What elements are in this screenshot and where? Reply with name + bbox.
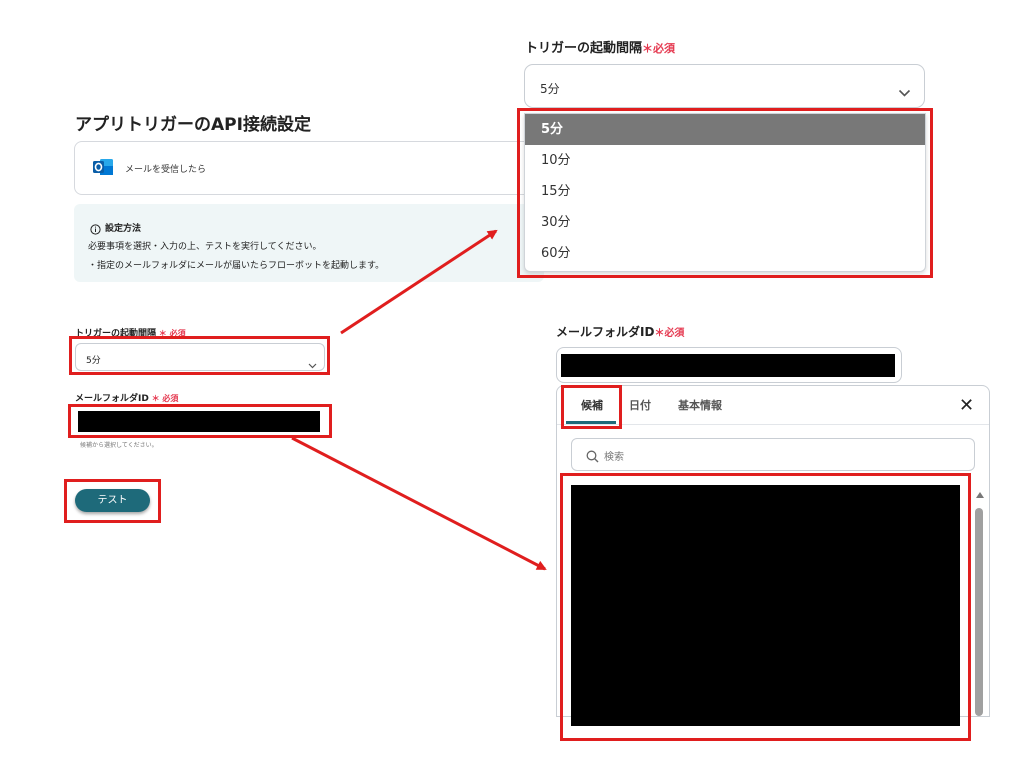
arrow-to-dropdown (340, 229, 498, 335)
arrow-to-folder-list (291, 436, 547, 571)
annotation-arrows (291, 229, 547, 571)
